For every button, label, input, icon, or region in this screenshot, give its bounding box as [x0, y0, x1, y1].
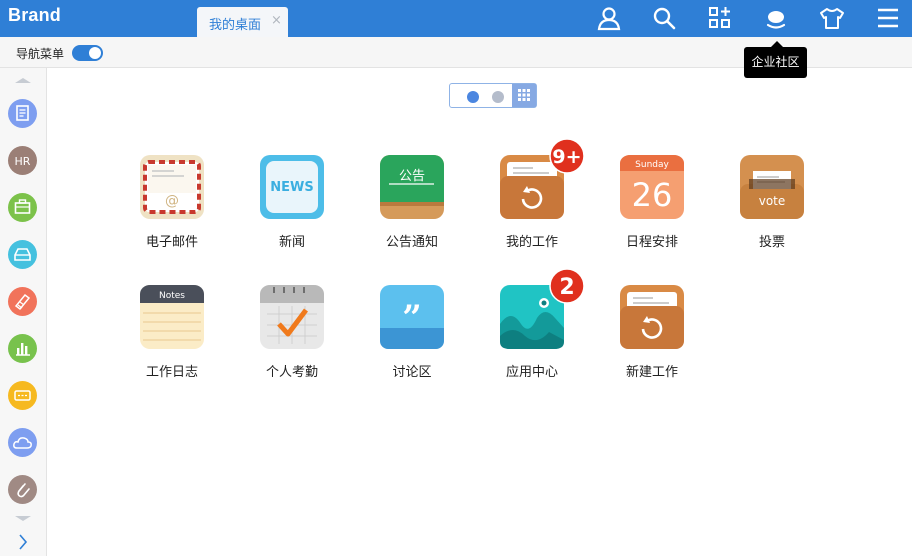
calendar-weekday: Sunday: [635, 160, 669, 170]
briefcase-icon: [14, 199, 31, 214]
chart-icon: [16, 343, 30, 356]
brand-logo: Brand: [8, 5, 62, 25]
cloud-icon: [13, 437, 32, 449]
email-icon: @: [139, 154, 205, 220]
app-notice[interactable]: 公告 公告通知: [357, 154, 467, 264]
sidebar-item-projects[interactable]: [8, 193, 37, 222]
sidebar-scroll-down-icon[interactable]: [0, 511, 46, 525]
app-label: 电子邮件: [145, 235, 198, 250]
search-icon[interactable]: [650, 4, 678, 32]
attendance-calendar-icon: [259, 284, 325, 350]
app-label: 新建工作: [625, 365, 678, 380]
quote-bubble-icon: ”: [379, 284, 445, 350]
paperclip-icon: [17, 483, 30, 498]
new-work-tray-icon: [619, 284, 685, 350]
community-icon[interactable]: [762, 4, 790, 32]
app-attendance[interactable]: 个人考勤: [237, 284, 347, 394]
sidebar-item-hr[interactable]: HR: [8, 146, 37, 175]
sidebar-item-documents[interactable]: [8, 99, 37, 128]
pager-dot-2[interactable]: [492, 91, 504, 103]
svg-text:@: @: [165, 193, 179, 209]
app-news[interactable]: NEWS 新闻: [237, 154, 347, 264]
nav-menu-toggle[interactable]: [72, 45, 103, 61]
community-tooltip: 企业社区: [744, 41, 807, 78]
badge-count: 9+: [552, 146, 581, 168]
app-work-diary[interactable]: Notes 工作日志: [117, 284, 227, 394]
hr-icon: HR: [15, 155, 31, 168]
app-label: 投票: [758, 235, 785, 250]
badge-count: 2: [559, 275, 574, 300]
notes-icon: [14, 293, 31, 311]
pager-dot-1[interactable]: [467, 91, 479, 103]
top-bar: Brand 我的桌面 ×: [0, 0, 912, 37]
app-email[interactable]: @ 电子邮件: [117, 154, 227, 264]
sidebar-item-attachments[interactable]: [8, 475, 37, 504]
grid-icon: [518, 89, 530, 101]
app-new-work[interactable]: 新建工作: [597, 284, 707, 394]
app-label: 公告通知: [385, 235, 438, 250]
vote-icon-text: vote: [759, 194, 786, 208]
sidebar-item-cloud[interactable]: [8, 428, 37, 457]
app-label: 新闻: [278, 235, 305, 250]
app-vote[interactable]: vote 投票: [717, 154, 827, 264]
notes-pad-icon: Notes: [139, 284, 205, 350]
app-label: 我的工作: [505, 235, 558, 250]
sidebar: HR: [0, 68, 47, 556]
notice-board-icon: 公告: [379, 154, 445, 220]
app-label: 工作日志: [145, 365, 198, 380]
notification-badge: 9+: [549, 138, 585, 174]
shirt-icon[interactable]: [818, 4, 846, 32]
sidebar-expand-chevron-icon[interactable]: [0, 530, 46, 554]
sidebar-item-reports[interactable]: [8, 334, 37, 363]
calendar-icon: Sunday 26: [619, 154, 685, 220]
app-center[interactable]: 2 应用中心: [477, 268, 587, 394]
ballot-box-icon: vote: [739, 154, 805, 220]
user-icon[interactable]: [595, 4, 623, 32]
nav-menu-label: 导航菜单: [16, 47, 65, 61]
sidebar-scroll-up-icon[interactable]: [0, 72, 46, 86]
sidebar-item-messages[interactable]: [8, 381, 37, 410]
sidebar-item-notes[interactable]: [8, 287, 37, 316]
app-label: 讨论区: [392, 365, 432, 380]
notes-icon-text: Notes: [159, 291, 185, 301]
news-icon-text: NEWS: [270, 180, 313, 195]
tab-label: 我的桌面: [209, 18, 262, 33]
app-calendar[interactable]: Sunday 26 日程安排: [597, 154, 707, 264]
toggle-knob: [89, 47, 101, 59]
hr-icon-text: HR: [15, 155, 31, 168]
notice-icon-text: 公告: [399, 169, 425, 184]
app-label: 个人考勤: [265, 365, 318, 380]
apps-grid-icon[interactable]: [706, 4, 734, 32]
desktop-pager: [449, 83, 537, 108]
inbox-icon: [14, 248, 31, 261]
pager-grid-button[interactable]: [512, 84, 536, 107]
app-label: 应用中心: [505, 365, 558, 380]
calendar-day: 26: [632, 176, 673, 214]
tab-close-icon[interactable]: ×: [271, 13, 282, 28]
sidebar-item-inbox[interactable]: [8, 240, 37, 269]
menu-icon[interactable]: [874, 4, 902, 32]
document-icon: [16, 105, 29, 121]
message-icon: [14, 390, 31, 401]
app-my-work[interactable]: 9+ 我的工作: [477, 138, 587, 264]
app-forum[interactable]: ” 讨论区: [357, 284, 467, 394]
svg-text:”: ”: [402, 298, 422, 338]
app-label: 日程安排: [625, 235, 678, 250]
news-icon: NEWS: [259, 154, 325, 220]
tab-my-desktop[interactable]: 我的桌面 ×: [197, 7, 288, 37]
notification-badge: 2: [549, 268, 585, 304]
